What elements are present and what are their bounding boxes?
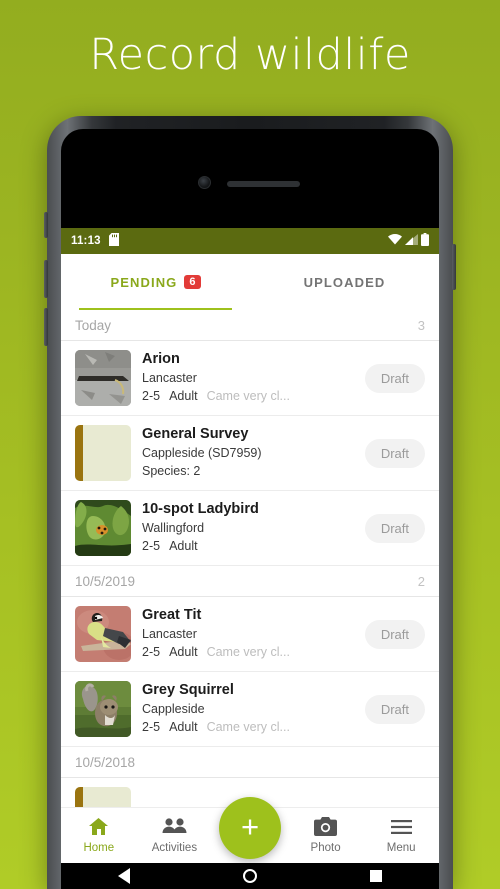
list-item[interactable]: Great Tit Lancaster 2-5 Adult Came very … [61,597,439,672]
nav-item-activities-label: Activities [151,842,198,854]
nav-item-photo[interactable]: Photo [288,817,364,854]
list-item[interactable]: Grey Squirrel Cappleside 2-5 Adult Came … [61,672,439,747]
battery-icon [421,233,429,249]
status-bar-clock: 11:13 [71,235,101,247]
record-location: Cappleside (SD7959) [142,446,262,461]
record-location: Lancaster [142,371,197,386]
home-icon [88,817,109,839]
record-count: 2-5 [142,539,161,554]
date-header-label: 10/5/2019 [75,574,136,589]
status-badge[interactable]: Draft [364,513,425,543]
status-badge[interactable]: Draft [364,363,425,393]
record-count: 2-5 [142,389,161,404]
record-details: 10-spot Ladybird Wallingford 2-5 Adult [142,500,354,555]
record-title: Great Tit [142,607,202,624]
date-header-count: 2 [417,574,425,589]
nav-item-menu[interactable]: Menu [363,817,439,854]
recents-button[interactable] [370,870,383,882]
pending-count-badge: 6 [184,275,201,289]
record-stage: Adult [169,645,198,660]
date-header: Today 3 [61,310,439,341]
android-system-bar [61,863,439,889]
record-location: Cappleside [142,702,205,717]
record-note: Came very cl... [206,645,290,660]
record-thumbnail [75,425,131,481]
record-thumbnail [75,681,131,737]
record-location: Wallingford [142,521,205,536]
record-stage: Adult [169,389,198,404]
record-thumbnail [75,606,131,662]
nav-item-home[interactable]: Home [61,817,137,854]
record-details: Arion Lancaster 2-5 Adult Came very cl..… [142,350,354,405]
record-stage: Adult [169,539,198,554]
record-thumbnail [75,500,131,556]
record-note: Came very cl... [206,720,290,735]
app-screen: 11:13 PENDING 6 UPLOADED Today 3 Arion L… [61,228,439,850]
status-badge[interactable]: Draft [364,619,425,649]
list-item[interactable]: 10-spot Ladybird Wallingford 2-5 Adult D… [61,491,439,566]
record-meta: 2-5 Adult Came very cl... [142,387,354,405]
record-title: 10-spot Ladybird [142,501,259,518]
record-details: General Survey Cappleside (SD7959) Speci… [142,425,354,480]
record-thumbnail [75,350,131,406]
list-item[interactable]: Arion Lancaster 2-5 Adult Came very cl..… [61,341,439,416]
record-meta: 2-5 Adult [142,537,354,555]
record-count: Species: 2 [142,464,201,479]
date-header-label: Today [75,318,112,333]
record-details: Great Tit Lancaster 2-5 Adult Came very … [142,606,354,661]
status-badge[interactable]: Draft [364,694,425,724]
tab-bar: PENDING 6 UPLOADED [61,254,439,310]
earpiece-speaker [227,181,300,187]
status-bar: 11:13 [61,228,439,254]
nav-item-activities[interactable]: Activities [137,817,213,854]
hamburger-icon [390,817,413,839]
record-title: General Survey [142,426,249,443]
date-header-count: 3 [417,318,425,333]
record-count: 2-5 [142,720,161,735]
wifi-icon [388,234,402,248]
tab-pending-label: PENDING [110,274,178,290]
tab-uploaded-label: UPLOADED [303,274,386,290]
record-meta: 2-5 Adult Came very cl... [142,643,354,661]
camera-icon [314,817,338,839]
page-title: Record wildlife [89,30,411,80]
tab-uploaded[interactable]: UPLOADED [250,254,439,310]
people-icon [162,817,187,839]
tab-pending[interactable]: PENDING 6 [61,254,250,310]
volume-down-button[interactable] [44,308,48,346]
status-badge[interactable]: Draft [364,438,425,468]
record-count: 2-5 [142,645,161,660]
record-title: Grey Squirrel [142,682,234,699]
list-item[interactable]: General Survey Cappleside (SD7959) Speci… [61,416,439,491]
phone-frame: 11:13 PENDING 6 UPLOADED Today 3 Arion L… [44,116,456,889]
record-meta: 2-5 Adult Came very cl... [142,718,354,736]
front-camera-icon [198,176,211,189]
signal-icon [405,234,418,248]
sd-card-icon [108,233,119,249]
record-note: Came very cl... [206,389,290,404]
date-header-label: 10/5/2018 [75,755,136,770]
back-button[interactable] [117,868,130,884]
record-meta: Species: 2 [142,462,354,480]
add-record-fab[interactable]: + [219,797,281,859]
nav-item-home-label: Home [83,842,115,854]
record-location: Lancaster [142,627,197,642]
power-button[interactable] [452,244,456,290]
nav-item-menu-label: Menu [386,842,416,854]
record-title: Arion [142,351,180,368]
mute-switch[interactable] [44,212,48,238]
volume-up-button[interactable] [44,260,48,298]
nav-item-photo-label: Photo [310,842,341,854]
status-bar-icons [388,233,429,249]
plus-icon: + [240,809,260,844]
record-details: Grey Squirrel Cappleside 2-5 Adult Came … [142,681,354,736]
records-list[interactable]: Today 3 Arion Lancaster 2-5 Adult Came v… [61,310,439,850]
date-header: 10/5/2019 2 [61,566,439,597]
home-button[interactable] [242,869,257,883]
record-stage: Adult [169,720,198,735]
date-header: 10/5/2018 [61,747,439,778]
